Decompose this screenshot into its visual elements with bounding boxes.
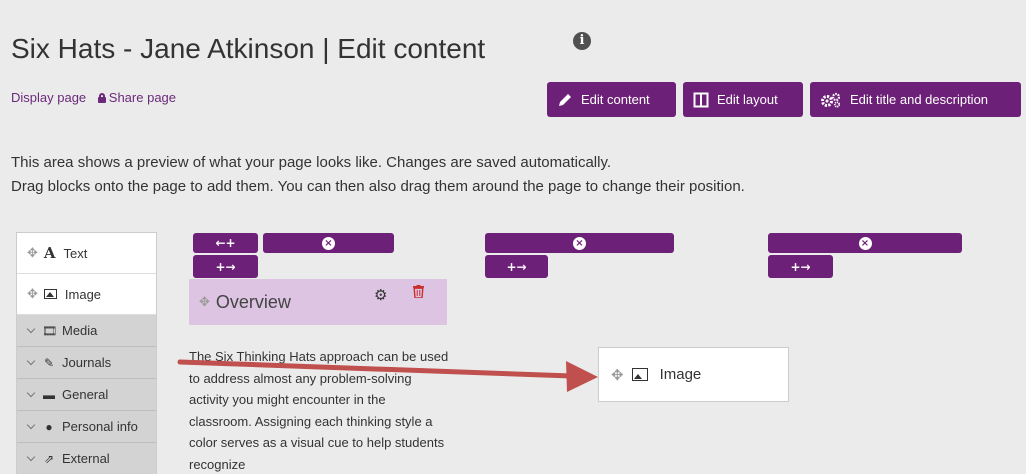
sidebar-item-label: Text [63, 245, 88, 261]
remove-column-button[interactable]: × [768, 233, 962, 253]
remove-column-button[interactable]: × [485, 233, 674, 253]
sidebar-category-external[interactable]: ⇗ External [17, 443, 156, 474]
edit-layout-label: Edit layout [717, 92, 778, 107]
block-sidebar: ✥ A Text ✥ Image 🎞 Media ✎ Journals ▬ Ge… [16, 232, 157, 474]
chevron-down-icon [26, 356, 36, 366]
gears-icon [821, 92, 841, 108]
category-label: Media [62, 323, 98, 338]
lock-icon [97, 93, 106, 103]
close-icon: × [858, 236, 872, 250]
category-label: Personal info [62, 419, 138, 434]
sidebar-category-journals[interactable]: ✎ Journals [17, 347, 156, 379]
category-label: Journals [62, 355, 112, 370]
add-column-right-button[interactable]: +→ [485, 255, 548, 278]
chevron-down-icon [26, 324, 36, 334]
add-column-left-button[interactable]: ←+ [193, 233, 258, 253]
move-icon: ✥ [27, 286, 38, 301]
edit-title-label: Edit title and description [850, 92, 989, 107]
external-link-icon: ⇗ [43, 451, 55, 466]
add-column-right-button[interactable]: +→ [193, 255, 258, 278]
briefcase-icon: ▬ [43, 387, 55, 402]
category-label: General [62, 387, 109, 402]
image-icon [43, 289, 57, 299]
sidebar-item-text[interactable]: ✥ A Text [17, 233, 156, 274]
description-line-1: This area shows a preview of what your p… [11, 154, 612, 171]
category-label: External [62, 451, 110, 466]
sidebar-category-personal-info[interactable]: ● Personal info [17, 411, 156, 443]
move-icon: ✥ [27, 245, 38, 260]
sidebar-category-general[interactable]: ▬ General [17, 379, 156, 411]
overview-block-title: Overview [215, 291, 291, 312]
remove-column-button[interactable]: × [263, 233, 394, 253]
page-links: Display page Share page [11, 90, 176, 105]
sidebar-item-image[interactable]: ✥ Image [17, 274, 156, 315]
info-icon[interactable]: i [573, 32, 591, 50]
overview-block-text: The Six Thinking Hats approach can be us… [189, 349, 449, 472]
text-icon: A [43, 244, 56, 262]
columns-icon [693, 92, 709, 107]
film-icon: 🎞 [42, 323, 58, 338]
close-icon: × [573, 236, 586, 250]
display-page-link[interactable]: Display page [11, 90, 86, 105]
add-column-right-button[interactable]: +→ [768, 255, 833, 278]
overview-block-header[interactable]: ✥ Overview [189, 279, 447, 325]
sidebar-category-media[interactable]: 🎞 Media [17, 315, 156, 347]
close-icon: × [322, 236, 335, 250]
edit-layout-button[interactable]: Edit layout [683, 82, 803, 117]
share-page-link[interactable]: Share page [109, 90, 176, 105]
sidebar-item-label: Image [64, 286, 102, 302]
page-title: Six Hats - Jane Atkinson | Edit content [11, 33, 486, 64]
chevron-down-icon [26, 388, 36, 398]
chevron-down-icon [26, 420, 36, 430]
move-icon: ✥ [199, 294, 210, 309]
edit-content-button[interactable]: Edit content [547, 82, 676, 117]
dragged-image-label: Image [659, 366, 702, 383]
pencil-icon: ✎ [43, 355, 55, 370]
description-line-2: Drag blocks onto the page to add them. Y… [11, 178, 745, 195]
trash-icon[interactable] [413, 285, 424, 298]
edit-content-label: Edit content [581, 92, 650, 107]
gear-icon[interactable]: ⚙ [374, 286, 387, 304]
dragged-image-block[interactable]: ✥ Image [598, 347, 789, 402]
edit-title-description-button[interactable]: Edit title and description [810, 82, 1021, 117]
image-icon [631, 368, 648, 381]
user-icon: ● [45, 419, 53, 434]
pencil-icon [559, 93, 571, 106]
chevron-down-icon [26, 452, 36, 462]
move-icon: ✥ [611, 366, 624, 384]
